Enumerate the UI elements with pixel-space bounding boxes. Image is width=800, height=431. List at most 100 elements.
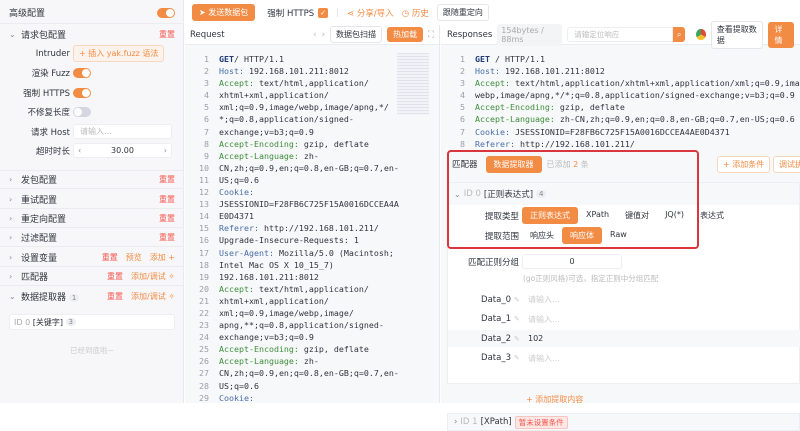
detail-button[interactable]: 详情 bbox=[768, 21, 795, 48]
section-matcher[interactable]: › 匹配器 重置 添加/调试 ✧ bbox=[0, 267, 184, 286]
view-extracted-data-button[interactable]: 查看提取数据 bbox=[710, 20, 764, 49]
option-1[interactable]: XPath bbox=[578, 207, 617, 224]
fullscreen-icon[interactable]: ⛶ bbox=[428, 30, 434, 40]
chevron-right-icon: › bbox=[9, 213, 13, 223]
edit-icon[interactable]: ✎ bbox=[514, 335, 524, 343]
section-retry-config[interactable]: › 重试配置 重置 bbox=[0, 190, 184, 209]
insert-fuzz-button[interactable]: + 插入 yak.fuzz 语法 bbox=[73, 45, 165, 62]
extractor-item[interactable]: ID 0 [关键字] 3 bbox=[9, 314, 175, 330]
packet-scan-button[interactable]: 数据包扫描 bbox=[330, 26, 383, 43]
chrome-icon[interactable] bbox=[696, 29, 706, 40]
hot-reload-button[interactable]: 热加载 bbox=[387, 27, 424, 42]
search-icon[interactable]: ⌕ bbox=[672, 27, 686, 42]
code-token: GET bbox=[475, 54, 490, 64]
force-https-checkbox[interactable]: ✓ bbox=[318, 7, 329, 18]
section-extractor[interactable]: ⌄ 数据提取器 1 重置 添加/调试 ✧ bbox=[0, 287, 184, 306]
back-icon[interactable]: ‹ bbox=[313, 30, 316, 40]
extractor-item-1[interactable]: › ID 1 [XPath] 暂未设置条件 bbox=[447, 413, 800, 431]
data-input[interactable]: 请输入... bbox=[524, 291, 800, 308]
line-number: 13 bbox=[199, 199, 209, 210]
data-input[interactable]: 102 bbox=[524, 330, 800, 347]
section-label: 匹配器 bbox=[21, 272, 49, 283]
line-number: 21 bbox=[199, 295, 209, 306]
code-token: gzip, deflate bbox=[554, 102, 625, 113]
section-request-config[interactable]: ⌄ 请求包配置 重置 bbox=[0, 24, 184, 44]
increment-icon[interactable]: › bbox=[160, 146, 171, 155]
share-import-button[interactable]: ⋖ 分享/导入 bbox=[347, 7, 394, 19]
code-token: Host: bbox=[475, 66, 500, 77]
extract-type-selector[interactable]: 正则表达式 XPath 键值对 JQ(*) 表达式 bbox=[522, 207, 732, 224]
reset-button[interactable]: 重置 bbox=[107, 271, 123, 282]
data-input[interactable]: 请输入... bbox=[524, 311, 800, 328]
extractor-item-0: ⌄ ID 0 [正则表达式] 4 提取类型 正则表达式 XPath 键值对 JQ(*)… bbox=[447, 182, 800, 404]
chevron-down-icon: ⌄ bbox=[9, 29, 16, 39]
host-input[interactable]: 请输入... bbox=[73, 124, 172, 139]
add-debug-button[interactable]: 添加/调试 ✧ bbox=[131, 291, 175, 302]
data-input[interactable]: 请输入... bbox=[524, 350, 800, 367]
code-token: JSESSIONID=F28FB6C725F15A0016DCCEA4AE0D4… bbox=[509, 126, 730, 137]
reset-button[interactable]: 重置 bbox=[159, 232, 175, 243]
section-variables[interactable]: › 设置变量 重置 预览 添加 + bbox=[0, 248, 184, 267]
reset-button[interactable]: 重置 bbox=[107, 291, 123, 302]
history-button[interactable]: ◷ 历史 bbox=[402, 7, 429, 19]
option-2[interactable]: Raw bbox=[602, 227, 635, 244]
add-debug-button[interactable]: 添加/调试 ✧ bbox=[131, 271, 175, 282]
decrement-icon[interactable]: ‹ bbox=[74, 146, 85, 155]
extract-scope-label: 提取范围 bbox=[484, 231, 519, 242]
code-token: 192.168.101.211:8012 bbox=[499, 66, 605, 77]
line-number: 24 bbox=[199, 332, 209, 343]
render-fuzz-toggle[interactable] bbox=[73, 68, 91, 78]
debug-run-button[interactable]: 调试执 bbox=[773, 156, 800, 173]
line-number: 19 bbox=[199, 271, 209, 282]
forward-icon[interactable]: › bbox=[322, 30, 325, 40]
extractor-item-header[interactable]: ⌄ ID 0 [正则表达式] 4 bbox=[448, 183, 799, 205]
no-fix-length-toggle[interactable] bbox=[73, 107, 91, 117]
line-number: 10 bbox=[199, 162, 209, 173]
reset-button[interactable]: 重置 bbox=[159, 213, 175, 224]
tab-matcher[interactable]: 匹配器 bbox=[449, 155, 481, 173]
follow-redirect-button[interactable]: 跟随重定向 bbox=[436, 4, 489, 21]
timeout-stepper[interactable]: ‹ 30.00 › bbox=[73, 143, 172, 158]
section-label: 重定向配置 bbox=[21, 214, 67, 225]
option-0[interactable]: 正则表达式 bbox=[522, 207, 578, 224]
option-1[interactable]: 响应体 bbox=[562, 227, 602, 244]
code-line: 4 xhtml+xml,application/ bbox=[185, 89, 399, 101]
reset-button[interactable]: 重置 bbox=[102, 252, 118, 263]
edit-icon[interactable]: ✎ bbox=[514, 315, 524, 323]
add-condition-button[interactable]: + 添加条件 bbox=[717, 156, 771, 173]
section-redirect-config[interactable]: › 重定向配置 重置 bbox=[0, 209, 184, 228]
section-send-config[interactable]: › 发包配置 重置 bbox=[0, 170, 184, 189]
regex-group-row: 匹配正则分组 0 bbox=[448, 254, 622, 269]
option-2[interactable]: 键值对 bbox=[617, 207, 657, 224]
editor-minimap[interactable] bbox=[397, 53, 429, 115]
tab-extractor[interactable]: 数据提取器 bbox=[485, 155, 542, 173]
edit-icon[interactable]: ✎ bbox=[514, 296, 524, 304]
option-0[interactable]: 响应头 bbox=[522, 227, 562, 244]
edit-icon[interactable]: ✎ bbox=[514, 354, 524, 362]
regex-group-input[interactable]: 0 bbox=[522, 254, 622, 269]
line-number: 7 bbox=[460, 126, 465, 137]
timeout-value: 30.00 bbox=[111, 146, 134, 155]
reset-button[interactable]: 重置 bbox=[159, 194, 175, 205]
preview-button[interactable]: 预览 bbox=[126, 252, 142, 263]
add-extract-content-button[interactable]: + 添加提取内容 bbox=[526, 394, 583, 405]
reset-button[interactable]: 重置 bbox=[159, 174, 175, 185]
option-3[interactable]: JQ(*) bbox=[657, 207, 692, 224]
line-number: 20 bbox=[199, 283, 209, 294]
force-https-toggle[interactable] bbox=[73, 88, 91, 98]
reset-button[interactable]: 重置 bbox=[159, 29, 175, 40]
code-token: http://192.168.101.211/ bbox=[258, 223, 379, 234]
advanced-config-toggle[interactable] bbox=[157, 7, 175, 18]
response-search-input[interactable]: 请输定位响应 bbox=[567, 27, 673, 42]
extract-scope-selector[interactable]: 响应头 响应体 Raw bbox=[522, 227, 635, 244]
add-variable-button[interactable]: 添加 + bbox=[150, 252, 175, 263]
section-filter-config[interactable]: › 过滤配置 重置 bbox=[0, 228, 184, 247]
response-editor[interactable]: 1 GET / HTTP/1.1 2 Host: 192.168.101.211:80… bbox=[441, 53, 800, 150]
line-number: 2 bbox=[460, 66, 465, 77]
advanced-config-title: 高级配置 bbox=[9, 9, 46, 19]
code-token: JSESSIONID=F28FB6C725F15A0016DCCEA4A bbox=[219, 199, 399, 210]
option-4[interactable]: 表达式 bbox=[692, 207, 732, 224]
send-packet-button[interactable]: ➤ 发送数据包 bbox=[192, 4, 256, 21]
code-token: text/html,application/ bbox=[253, 78, 369, 89]
request-editor[interactable]: 1 GET / HTTP/1.1 2 Host: 192.168.101.211:801… bbox=[185, 53, 399, 404]
